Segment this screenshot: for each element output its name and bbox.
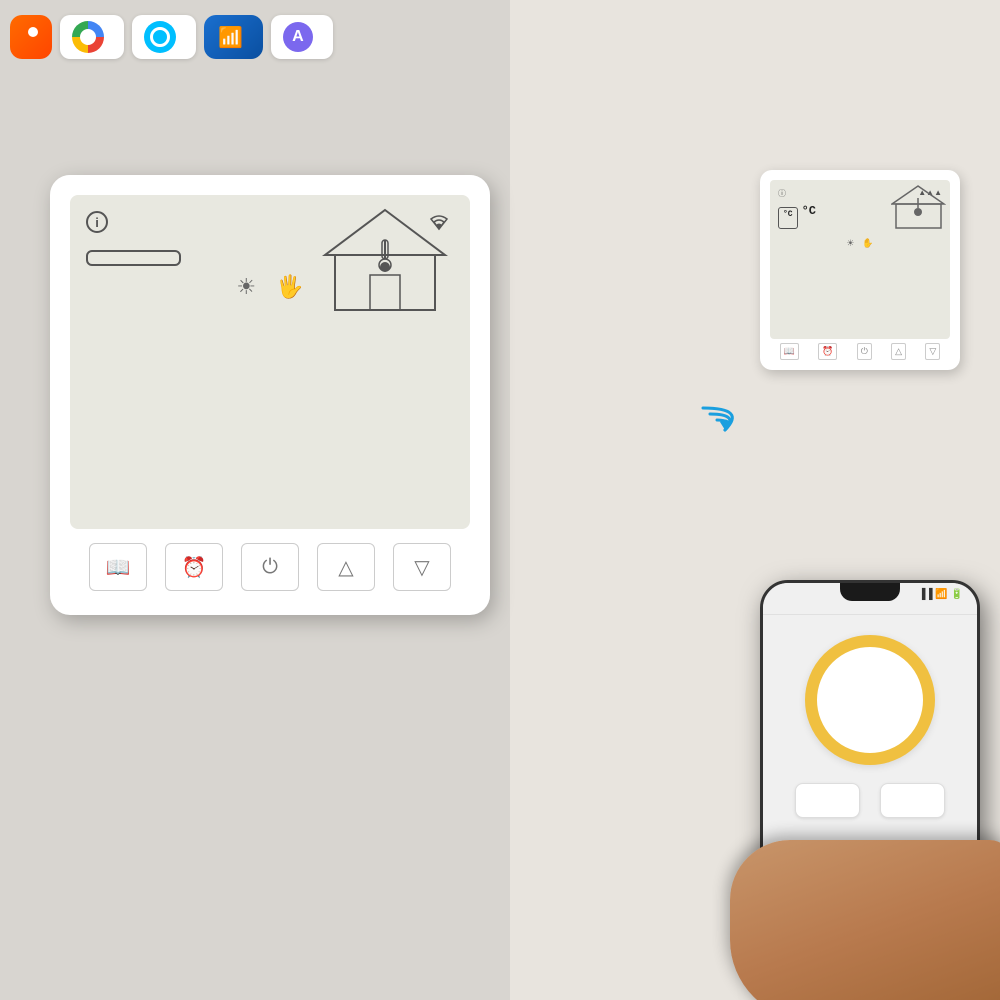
down-button[interactable]: ▽ <box>393 543 451 591</box>
increase-button[interactable] <box>880 783 945 818</box>
yandex-badge: A <box>271 15 333 59</box>
small-house <box>891 184 946 229</box>
phone-status-icons: ▐▐ 📶 🔋 <box>918 589 963 600</box>
small-info-icon: ⓘ <box>778 188 786 199</box>
thermostat-small-device: ⓘ ▲▲▲ °C °C ☀ ✋ <box>760 170 960 370</box>
tuya-badge <box>10 15 52 59</box>
hand-icon: 🖐 <box>276 274 303 300</box>
tuya-dot <box>28 27 38 37</box>
small-set-box: °C <box>778 207 798 230</box>
small-hand-icon: ✋ <box>862 238 873 249</box>
alexa-icon <box>144 21 176 53</box>
small-down-btn[interactable]: ▽ <box>925 343 940 360</box>
google-icon <box>72 21 104 53</box>
house-graphic <box>320 205 450 315</box>
info-icon: i <box>86 211 108 233</box>
google-home-badge <box>60 15 124 59</box>
compatibility-badges: 📶 A <box>10 15 333 59</box>
phone-temp-controls[interactable] <box>795 783 945 818</box>
power-button[interactable]: ⏻ <box>241 543 299 591</box>
small-current-temp: °C <box>802 201 816 235</box>
hand-background <box>700 820 1000 1000</box>
thermostat-main-screen: i <box>70 195 470 529</box>
yandex-icon: A <box>283 22 313 52</box>
alexa-badge <box>132 15 196 59</box>
thermostat-main-device: i <box>50 175 490 615</box>
phone-notch <box>840 583 900 601</box>
small-power-btn[interactable]: ⏻ <box>857 343 872 360</box>
wifi-symbol-icon: 📶 <box>218 25 243 50</box>
wifi-signal-blue-icon <box>695 390 755 452</box>
decrease-button[interactable] <box>795 783 860 818</box>
sun-icon: ☀ <box>236 274 256 300</box>
small-clock-btn[interactable]: ⏰ <box>818 343 837 360</box>
hand-shape <box>730 840 1000 1000</box>
small-book-btn[interactable]: 📖 <box>780 343 799 360</box>
small-up-btn[interactable]: △ <box>891 343 906 360</box>
set-temp-box <box>86 250 181 266</box>
small-sun-icon: ☀ <box>846 238 854 249</box>
wifi-badge: 📶 <box>204 15 263 59</box>
phone-header <box>763 602 977 615</box>
up-button[interactable]: △ <box>317 543 375 591</box>
clock-button[interactable]: ⏰ <box>165 543 223 591</box>
google-icon-inner <box>80 29 96 45</box>
book-button[interactable]: 📖 <box>89 543 147 591</box>
thermostat-buttons[interactable]: 📖 ⏰ ⏻ △ ▽ <box>70 529 470 595</box>
small-icons-row: ☀ ✋ <box>778 238 942 249</box>
alexa-ring <box>150 27 170 47</box>
temperature-circle <box>805 635 935 765</box>
small-screen: ⓘ ▲▲▲ °C °C ☀ ✋ <box>770 180 950 339</box>
small-buttons-row[interactable]: 📖 ⏰ ⏻ △ ▽ <box>770 339 950 360</box>
